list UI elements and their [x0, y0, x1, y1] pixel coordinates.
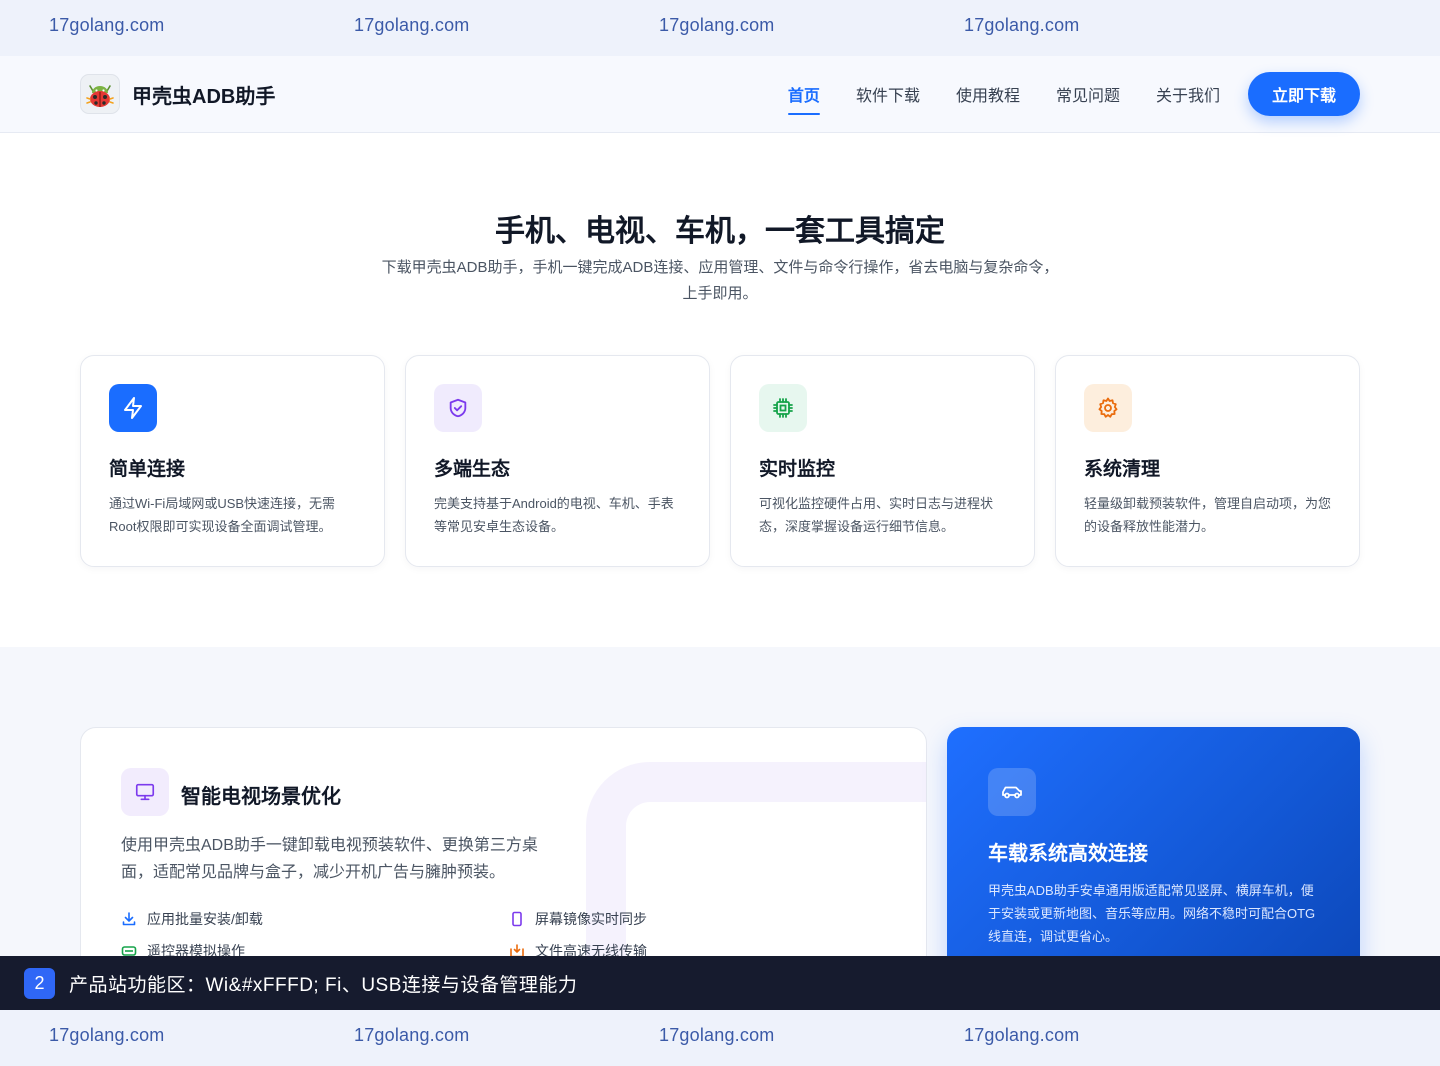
nav-link-about[interactable]: 关于我们: [1156, 82, 1220, 106]
feature-desc: 轻量级卸载预装软件，管理自启动项，为您的设备释放性能潜力。: [1084, 496, 1332, 534]
tv-feature-label: 屏幕镜像实时同步: [535, 911, 647, 927]
nav-link-download[interactable]: 软件下载: [856, 82, 920, 106]
feature-desc: 可视化监控硬件占用、实时日志与进程状态，深度掌握设备运行细节信息。: [759, 496, 994, 534]
feature-title: 简单连接: [109, 459, 186, 480]
watermark-text: 17golang.com: [659, 15, 775, 35]
phone-icon: [509, 911, 525, 927]
watermark-text: 17golang.com: [659, 1025, 775, 1045]
car-desc: 甲壳虫ADB助手安卓通用版适配常见竖屏、横屏车机，便于安装或更新地图、音乐等应用…: [988, 883, 1316, 944]
watermark-text: 17golang.com: [354, 15, 470, 35]
nav-link-tutorial[interactable]: 使用教程: [956, 82, 1020, 106]
tv-feature-item: 应用批量安装/卸载: [121, 909, 263, 929]
hero-title: 手机、电视、车机，一套工具搞定: [495, 215, 945, 248]
watermark-text: 17golang.com: [49, 1025, 165, 1045]
gear-icon: [1084, 384, 1132, 432]
tv-scenario-card: 智能电视场景优化 使用甲壳虫ADB助手一键卸载电视预装软件、更换第三方桌面，适配…: [80, 727, 927, 956]
feature-title: 系统清理: [1084, 459, 1161, 480]
transfer-icon: [509, 943, 525, 956]
watermark-text: 17golang.com: [49, 15, 165, 35]
watermark-text: 17golang.com: [964, 15, 1080, 35]
watermark-text: 17golang.com: [354, 1025, 470, 1045]
feature-card-connect: 简单连接 通过Wi-Fi局域网或USB快速连接，无需Root权限即可实现设备全面…: [80, 355, 385, 567]
feature-title: 实时监控: [759, 459, 836, 480]
monitor-icon: [121, 768, 169, 816]
feature-card-ecosystem: 多端生态 完美支持基于Android的电视、车机、手表等常见安卓生态设备。: [405, 355, 710, 567]
car-icon: [988, 768, 1036, 816]
scenario-section: 智能电视场景优化 使用甲壳虫ADB助手一键卸载电视预装软件、更换第三方桌面，适配…: [0, 647, 1440, 956]
tv-desc: 使用甲壳虫ADB助手一键卸载电视预装软件、更换第三方桌面，适配常见品牌与盒子，减…: [121, 837, 538, 881]
caption-number-badge: 2: [24, 967, 55, 999]
shield-check-icon: [434, 384, 482, 432]
tv-feature-item: 遥控器模拟操作: [121, 941, 245, 956]
remote-icon: [121, 943, 137, 956]
watermark-bar-bottom: 17golang.com 17golang.com 17golang.com 1…: [0, 1010, 1440, 1066]
feature-desc: 通过Wi-Fi局域网或USB快速连接，无需Root权限即可实现设备全面调试管理。: [109, 496, 336, 534]
nav-link-home[interactable]: 首页: [787, 82, 820, 115]
lightning-icon: [109, 384, 157, 432]
tv-title: 智能电视场景优化: [181, 786, 341, 808]
brand-name: 甲壳虫ADB助手: [132, 85, 276, 108]
tv-feature-item: 屏幕镜像实时同步: [509, 909, 647, 929]
feature-title: 多端生态: [434, 459, 511, 480]
chip-icon: [759, 384, 807, 432]
caption-text: 产品站功能区：Wi&#xFFFD; Fi、USB连接与设备管理能力: [69, 974, 578, 996]
car-title: 车载系统高效连接: [988, 843, 1148, 865]
download-now-button[interactable]: 立即下载: [1248, 72, 1360, 116]
ladybug-logo-icon: [80, 74, 120, 114]
nav-links: 首页 软件下载 使用教程 常见问题 关于我们: [787, 56, 1220, 132]
watermark-bar-top: 17golang.com 17golang.com 17golang.com 1…: [0, 0, 1440, 56]
caption-bar: 2 产品站功能区：Wi&#xFFFD; Fi、USB连接与设备管理能力: [0, 956, 1440, 1010]
tv-feature-item: 文件高速无线传输: [509, 941, 647, 956]
tv-feature-label: 文件高速无线传输: [535, 943, 647, 956]
car-scenario-card: 车载系统高效连接 甲壳虫ADB助手安卓通用版适配常见竖屏、横屏车机，便于安装或更…: [947, 727, 1360, 956]
feature-card-monitor: 实时监控 可视化监控硬件占用、实时日志与进程状态，深度掌握设备运行细节信息。: [730, 355, 1035, 567]
tv-feature-label: 应用批量安装/卸载: [147, 911, 263, 927]
feature-desc: 完美支持基于Android的电视、车机、手表等常见安卓生态设备。: [434, 496, 674, 534]
tv-feature-label: 遥控器模拟操作: [147, 943, 245, 956]
nav-link-faq[interactable]: 常见问题: [1056, 82, 1120, 106]
download-icon: [121, 911, 137, 927]
navbar: 甲壳虫ADB助手 首页 软件下载 使用教程 常见问题 关于我们 立即下载: [0, 56, 1440, 133]
feature-card-cleanup: 系统清理 轻量级卸载预装软件，管理自启动项，为您的设备释放性能潜力。: [1055, 355, 1360, 567]
hero-subtitle: 下载甲壳虫ADB助手，手机一键完成ADB连接、应用管理、文件与命令行操作，省去电…: [381, 259, 1059, 302]
brand[interactable]: 甲壳虫ADB助手: [80, 74, 275, 114]
watermark-text: 17golang.com: [964, 1025, 1080, 1045]
